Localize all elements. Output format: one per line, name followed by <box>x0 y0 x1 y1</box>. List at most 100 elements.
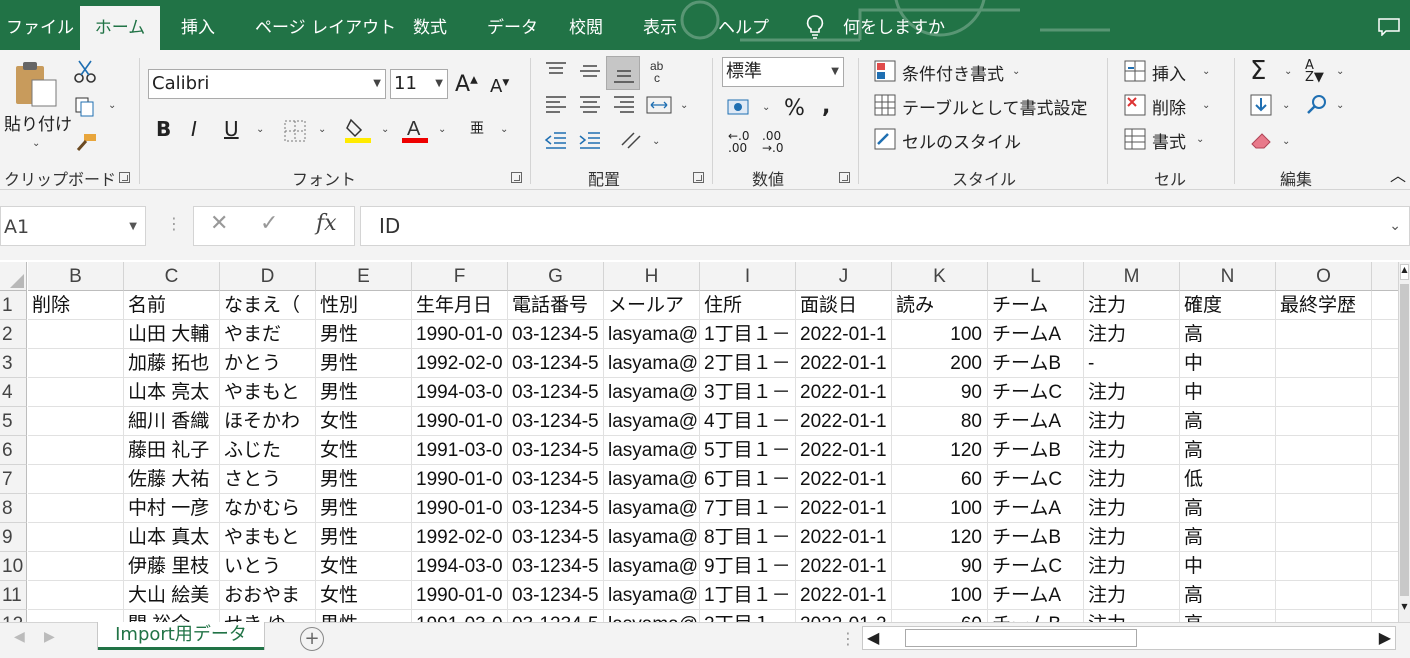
table-cell[interactable]: 高 <box>1180 581 1276 610</box>
delete-cells-button[interactable]: 削除 <box>1152 94 1186 119</box>
table-cell[interactable]: lasyama@ <box>604 465 700 494</box>
align-bottom-button[interactable] <box>606 56 640 90</box>
table-cell[interactable]: 山本 真太 <box>124 523 220 552</box>
table-cell[interactable]: 注力 <box>1084 581 1180 610</box>
table-cell[interactable]: 8丁目１－ <box>700 523 796 552</box>
table-cell[interactable]: 注力 <box>1084 436 1180 465</box>
table-cell[interactable]: ふじた <box>220 436 316 465</box>
table-cell[interactable]: 2丁目１－ <box>700 349 796 378</box>
column-header-n[interactable]: N <box>1180 262 1276 291</box>
table-cell[interactable]: 1990-01-0 <box>412 465 508 494</box>
align-center-icon[interactable] <box>578 94 602 116</box>
align-top-icon[interactable] <box>544 60 568 80</box>
copy-icon[interactable] <box>74 96 96 118</box>
header-cell[interactable]: 注力 <box>1084 291 1180 320</box>
table-cell[interactable]: 男性 <box>316 349 412 378</box>
table-cell[interactable]: 1990-01-0 <box>412 407 508 436</box>
tab-split-grip-icon[interactable]: ⋮ <box>840 629 856 648</box>
collapse-ribbon-icon[interactable]: ︿ <box>1390 162 1406 186</box>
table-cell[interactable] <box>28 610 124 622</box>
comments-icon[interactable] <box>1378 18 1400 36</box>
table-cell[interactable]: おおやま <box>220 581 316 610</box>
table-cell[interactable]: lasyama@ <box>604 320 700 349</box>
table-cell[interactable]: 120 <box>892 523 988 552</box>
table-cell[interactable]: いとう <box>220 552 316 581</box>
table-cell[interactable]: 100 <box>892 494 988 523</box>
table-cell[interactable]: 2022-01-1 <box>796 494 892 523</box>
table-cell[interactable] <box>28 378 124 407</box>
table-cell[interactable] <box>1372 407 1398 436</box>
increase-indent-icon[interactable] <box>578 130 602 152</box>
align-middle-icon[interactable] <box>578 60 602 80</box>
table-cell[interactable]: さとう <box>220 465 316 494</box>
table-cell[interactable]: 03-1234-5 <box>508 436 604 465</box>
table-cell[interactable] <box>1372 610 1398 622</box>
formula-input[interactable]: ID ⌄ <box>360 206 1410 246</box>
bold-icon[interactable]: B <box>156 117 171 141</box>
borders-icon[interactable] <box>284 120 306 142</box>
header-cell[interactable]: 生年月日 <box>412 291 508 320</box>
table-cell[interactable] <box>1372 349 1398 378</box>
table-cell[interactable]: 注力 <box>1084 378 1180 407</box>
table-cell[interactable]: チームA <box>988 320 1084 349</box>
scroll-down-icon[interactable]: ▼ <box>1400 602 1409 618</box>
font-size-combo[interactable]: 11 ▼ <box>390 69 448 99</box>
table-cell[interactable]: 女性 <box>316 407 412 436</box>
table-cell[interactable] <box>28 552 124 581</box>
table-cell[interactable]: 2022-01-1 <box>796 552 892 581</box>
row-header[interactable]: 3 <box>0 349 27 378</box>
header-cell[interactable]: 最終学歴 <box>1276 291 1372 320</box>
table-cell[interactable]: 男性 <box>316 494 412 523</box>
header-cell[interactable]: メールア <box>604 291 700 320</box>
tab-data[interactable]: データ <box>487 6 538 50</box>
column-header-j[interactable]: J <box>796 262 892 291</box>
row-header[interactable]: 7 <box>0 465 27 494</box>
cell-styles-button[interactable]: セルのスタイル <box>902 128 1021 153</box>
table-cell[interactable]: 7丁目１－ <box>700 494 796 523</box>
table-cell[interactable]: 03-1234-5 <box>508 610 604 622</box>
font-launcher-icon[interactable] <box>511 172 522 183</box>
table-cell[interactable] <box>1276 465 1372 494</box>
font-name-combo[interactable]: Calibri ▼ <box>148 69 386 99</box>
table-cell[interactable]: 2022-01-1 <box>796 581 892 610</box>
column-header-partial[interactable] <box>1372 262 1398 291</box>
table-cell[interactable] <box>1372 436 1398 465</box>
cell-styles-icon[interactable] <box>874 128 896 150</box>
table-cell[interactable]: lasyama@ <box>604 494 700 523</box>
tell-me-search[interactable]: 何をしますか <box>843 6 945 50</box>
table-cell[interactable]: lasyama@ <box>604 552 700 581</box>
row-header[interactable]: 5 <box>0 407 27 436</box>
table-cell[interactable]: チームB <box>988 349 1084 378</box>
table-cell[interactable] <box>1372 291 1398 320</box>
table-cell[interactable]: チームA <box>988 494 1084 523</box>
table-cell[interactable]: 2022-01-1 <box>796 407 892 436</box>
table-cell[interactable]: 藤田 礼子 <box>124 436 220 465</box>
row-header[interactable]: 9 <box>0 523 27 552</box>
next-sheet-icon[interactable]: ▶ <box>44 629 55 645</box>
scroll-right-icon[interactable]: ▶ <box>1379 628 1391 647</box>
table-cell[interactable]: 1992-02-0 <box>412 523 508 552</box>
font-color-icon[interactable]: A <box>402 116 428 144</box>
increase-font-icon[interactable]: A▲ <box>455 72 478 97</box>
table-cell[interactable]: 注力 <box>1084 320 1180 349</box>
clipboard-launcher-icon[interactable] <box>119 172 130 183</box>
table-cell[interactable]: 03-1234-5 <box>508 407 604 436</box>
table-cell[interactable]: lasyama@ <box>604 610 700 622</box>
row-header[interactable]: 11 <box>0 581 27 610</box>
table-cell[interactable]: 低 <box>1180 465 1276 494</box>
formula-bar-grip-icon[interactable]: ⋮ <box>166 214 182 233</box>
tab-view[interactable]: 表示 <box>643 6 677 50</box>
tab-help[interactable]: ヘルプ <box>718 6 769 50</box>
autosum-icon[interactable]: Σ <box>1250 56 1266 86</box>
autosum-dropdown-icon[interactable]: ⌄ <box>1284 66 1292 77</box>
table-cell[interactable]: 男性 <box>316 465 412 494</box>
table-cell[interactable]: 高 <box>1180 523 1276 552</box>
header-cell[interactable]: チーム <box>988 291 1084 320</box>
table-cell[interactable]: lasyama@ <box>604 349 700 378</box>
font-color-dropdown-icon[interactable]: ⌄ <box>438 124 446 135</box>
chevron-down-icon[interactable]: ⌄ <box>1202 100 1210 111</box>
orientation-icon[interactable]: ab c <box>648 58 672 84</box>
column-header-k[interactable]: K <box>892 262 988 291</box>
header-cell[interactable]: 名前 <box>124 291 220 320</box>
table-cell[interactable] <box>28 523 124 552</box>
